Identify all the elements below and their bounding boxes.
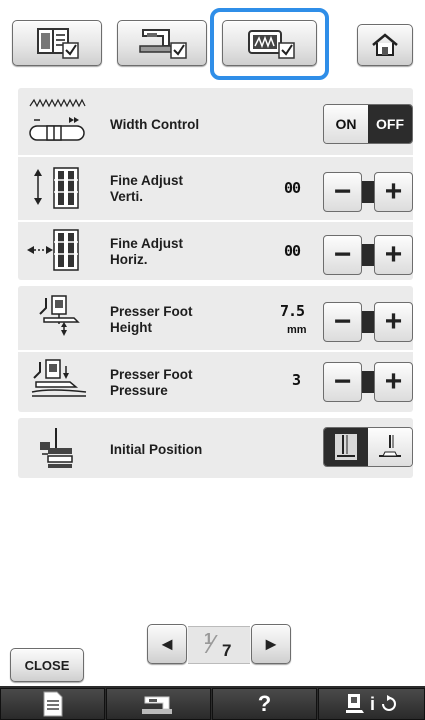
help-icon: ? xyxy=(257,691,272,716)
fine-adjust-verti-label-line1: Fine Adjust xyxy=(110,173,183,188)
fine-adjust-horiz-label-line2: Horiz. xyxy=(110,252,148,267)
initial-position-toggle[interactable] xyxy=(323,427,413,467)
stepper-divider xyxy=(362,371,374,393)
foot-settings-icon xyxy=(345,694,364,713)
presser-foot-pressure-value: 3 xyxy=(292,371,301,389)
presser-foot-height-plus-button[interactable]: + xyxy=(374,302,413,342)
needle-down-icon xyxy=(335,434,357,460)
presser-foot-height-minus-button[interactable]: − xyxy=(323,302,362,342)
fine-adjust-horiz-label: Fine Adjust Horiz. xyxy=(110,236,183,268)
sewing-machine-icon xyxy=(141,696,172,714)
width-control-off-button[interactable]: OFF xyxy=(368,105,412,143)
stepper-divider xyxy=(362,181,374,203)
home-icon xyxy=(372,33,398,56)
right-arrow-icon: ► xyxy=(262,633,280,654)
prev-page-button[interactable]: ◄ xyxy=(147,624,187,664)
fine-adjust-horiz-value: 00 xyxy=(284,242,301,260)
book-check-icon xyxy=(37,28,79,59)
manual-button[interactable] xyxy=(0,688,105,720)
fine-adjust-horizontal-icon xyxy=(27,229,79,271)
fine-adjust-verti-minus-button[interactable]: − xyxy=(323,172,362,212)
close-button[interactable]: CLOSE xyxy=(10,648,84,682)
refresh-icon xyxy=(382,695,396,711)
presser-foot-height-value: 7.5 xyxy=(280,302,305,320)
width-control-label: Width Control xyxy=(110,117,200,132)
presser-foot-pressure-label-line1: Presser Foot xyxy=(110,367,193,382)
fine-adjust-verti-value: 00 xyxy=(284,179,301,197)
initial-position-needle-up-button[interactable] xyxy=(368,428,412,466)
stepper-divider xyxy=(362,244,374,266)
page-separator: ⁄ xyxy=(210,629,215,659)
row-divider xyxy=(18,220,413,222)
presser-foot-height-stepper: − + xyxy=(323,302,413,342)
active-tab-highlight xyxy=(210,8,329,80)
home-button[interactable] xyxy=(357,24,413,66)
next-page-button[interactable]: ► xyxy=(251,624,291,664)
fine-adjust-horiz-minus-button[interactable]: − xyxy=(323,235,362,275)
fine-adjust-verti-label-line2: Verti. xyxy=(110,189,144,204)
presser-foot-height-label: Presser Foot Height xyxy=(110,304,193,336)
initial-position-needle-down-button[interactable] xyxy=(324,428,368,466)
machine-check-icon xyxy=(139,29,187,59)
initial-position-icon xyxy=(40,428,73,468)
needle-up-icon xyxy=(379,435,401,457)
presser-foot-pressure-minus-button[interactable]: − xyxy=(323,362,362,402)
fine-adjust-horiz-plus-button[interactable]: + xyxy=(374,235,413,275)
presser-foot-height-label-line2: Height xyxy=(110,320,152,335)
row-divider xyxy=(18,350,413,352)
fine-adjust-vertical-icon xyxy=(34,167,79,209)
page-total: 7 xyxy=(222,641,232,660)
close-button-label: CLOSE xyxy=(24,657,70,673)
width-control-on-button[interactable]: ON xyxy=(324,105,368,143)
row-divider xyxy=(18,155,413,157)
stepper-divider xyxy=(362,311,374,333)
sewing-machine-help-button[interactable] xyxy=(106,688,211,720)
fine-adjust-horiz-label-line1: Fine Adjust xyxy=(110,236,183,251)
presser-foot-pressure-icon xyxy=(31,359,87,397)
presser-foot-height-unit: mm xyxy=(287,324,307,336)
fine-adjust-verti-label: Fine Adjust Verti. xyxy=(110,173,183,205)
document-icon xyxy=(43,691,62,717)
presser-foot-height-icon xyxy=(39,295,80,336)
tab-general-settings[interactable] xyxy=(12,20,102,66)
presser-foot-height-label-line1: Presser Foot xyxy=(110,304,193,319)
help-button[interactable]: ? xyxy=(212,688,317,720)
tab-machine-settings[interactable] xyxy=(117,20,207,66)
presser-foot-pressure-plus-button[interactable]: + xyxy=(374,362,413,402)
page-indicator: 1 ⁄ 7 xyxy=(188,626,250,664)
width-control-toggle[interactable]: ON OFF xyxy=(323,104,413,144)
left-arrow-icon: ◄ xyxy=(158,633,176,654)
settings-info-button[interactable]: i xyxy=(318,688,425,720)
fine-adjust-verti-stepper: − + xyxy=(323,172,413,212)
fine-adjust-verti-plus-button[interactable]: + xyxy=(374,172,413,212)
presser-foot-pressure-label-line2: Pressure xyxy=(110,383,168,398)
fine-adjust-horiz-stepper: − + xyxy=(323,235,413,275)
presser-foot-pressure-stepper: − + xyxy=(323,362,413,402)
info-icon: i xyxy=(369,693,375,714)
presser-foot-pressure-label: Presser Foot Pressure xyxy=(110,367,193,399)
width-control-icon xyxy=(29,98,86,141)
initial-position-label: Initial Position xyxy=(110,442,203,457)
